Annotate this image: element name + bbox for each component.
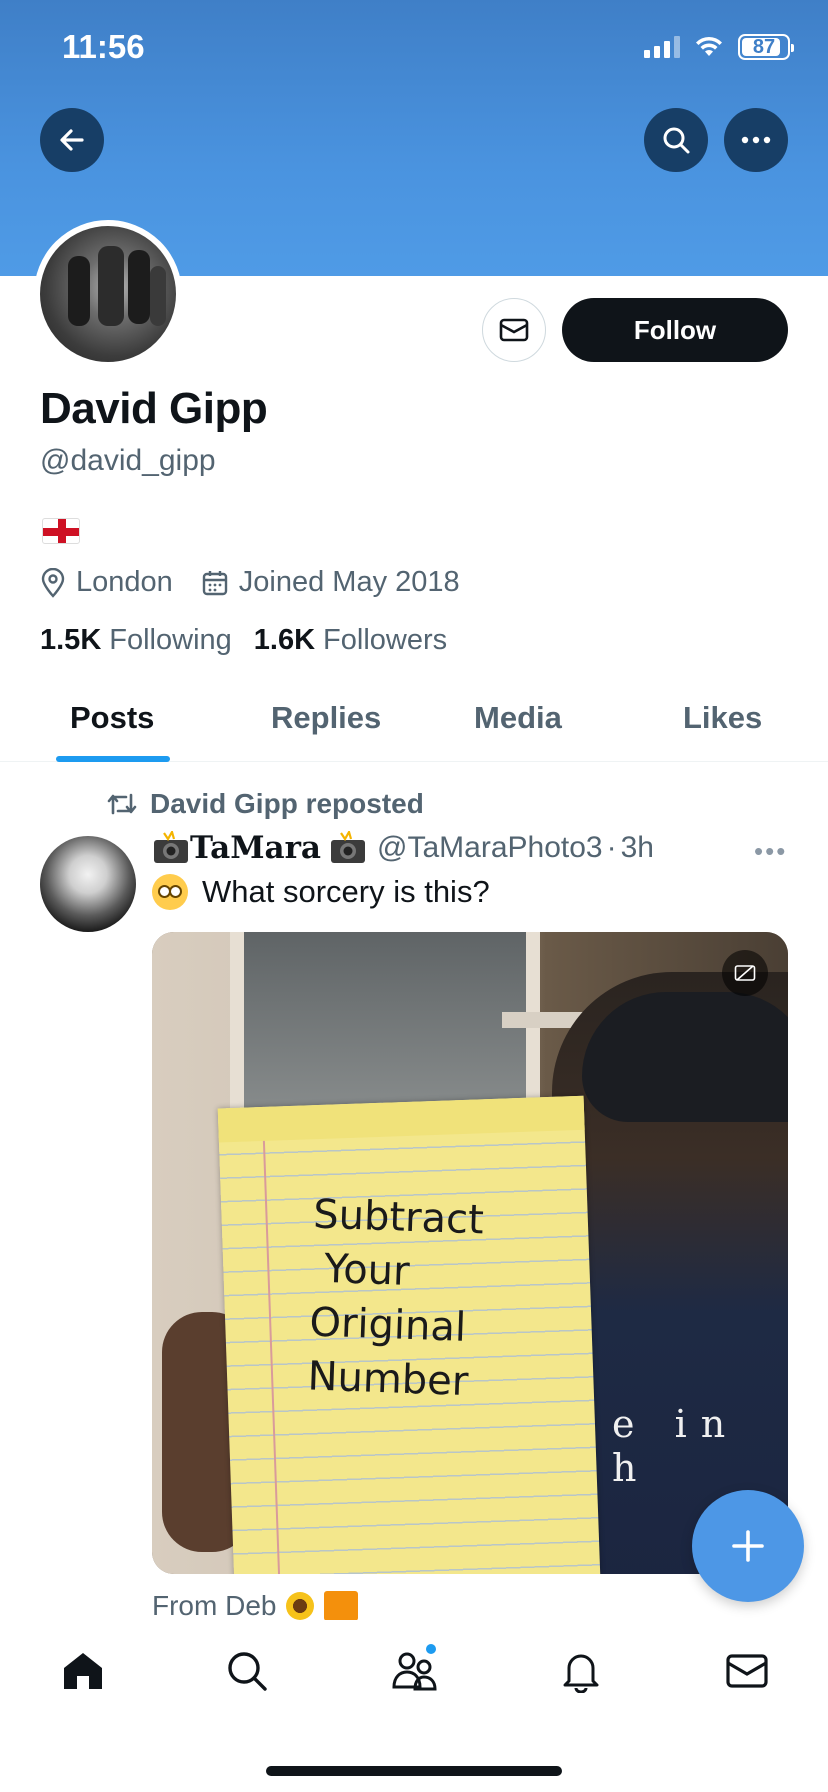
home-icon <box>64 1653 102 1689</box>
post-text: What sorcery is this? <box>152 874 490 910</box>
compose-button[interactable] <box>692 1490 804 1602</box>
location-text: London <box>76 566 173 598</box>
nav-home[interactable] <box>58 1646 108 1696</box>
post-text-content: What sorcery is this? <box>202 874 490 909</box>
message-button[interactable] <box>482 298 546 362</box>
wifi-icon <box>696 36 722 56</box>
follow-counts: 1.5K Following 1.6K Followers <box>40 624 469 657</box>
tab-replies[interactable]: Replies <box>271 700 381 736</box>
orange-square-icon <box>324 1591 359 1621</box>
followers-label: Followers <box>323 624 448 656</box>
nav-messages[interactable] <box>722 1646 772 1696</box>
post-media[interactable]: Subtract Your Original Number e in h <box>152 932 788 1574</box>
active-tab-indicator <box>56 756 170 762</box>
repost-indicator: David Gipp reposted <box>106 788 424 820</box>
battery-icon: 87 <box>738 34 794 60</box>
captions-off-button[interactable] <box>722 950 768 996</box>
envelope-icon <box>499 318 529 342</box>
profile-tabs: Posts Replies Media Likes <box>0 682 828 762</box>
notepad: Subtract Your Original Number <box>217 1095 601 1574</box>
post-footer-text: From Deb <box>152 1590 277 1621</box>
communities-icon <box>392 1652 437 1691</box>
plus-icon <box>732 1530 764 1562</box>
search-icon <box>663 127 690 154</box>
status-indicators: 87 <box>644 34 794 60</box>
profile-avatar[interactable] <box>34 220 182 368</box>
location: London <box>40 566 173 599</box>
tab-media[interactable]: Media <box>474 700 562 736</box>
post-author-handle[interactable]: @TaMaraPhoto3 <box>377 831 603 865</box>
followers-count-link[interactable]: 1.6K Followers <box>254 624 447 657</box>
camera-flash-icon <box>331 831 366 863</box>
followers-count: 1.6K <box>253 624 316 656</box>
following-count: 1.5K <box>40 624 102 656</box>
nav-search[interactable] <box>222 1646 272 1696</box>
notepad-text: Subtract Your Original Number <box>306 1191 485 1406</box>
tab-posts[interactable]: Posts <box>70 700 154 736</box>
communities-notification-dot <box>426 1644 436 1654</box>
repost-label: David Gipp reposted <box>150 788 424 819</box>
post-more-button[interactable]: ••• <box>754 836 787 867</box>
bottom-navigation <box>0 1620 828 1792</box>
follow-button[interactable]: Follow <box>562 298 788 362</box>
more-horizontal-icon <box>741 136 771 144</box>
post-footer: From Deb <box>152 1590 359 1622</box>
profile-name: David Gipp <box>40 384 268 433</box>
location-pin-icon <box>41 567 65 598</box>
envelope-icon <box>726 1654 768 1688</box>
arrow-left-icon <box>60 129 84 151</box>
england-flag-icon <box>42 518 80 544</box>
more-options-button[interactable] <box>724 108 788 172</box>
status-time: 11:56 <box>62 28 145 65</box>
cellular-signal-icon <box>644 36 680 58</box>
following-count-link[interactable]: 1.5K Following <box>40 624 232 657</box>
home-indicator <box>266 1766 562 1776</box>
shirt-text: e in h <box>612 1402 740 1490</box>
post-author-name[interactable]: TaMara <box>190 830 321 866</box>
repost-icon <box>107 793 137 815</box>
camera-flash-icon <box>154 831 188 863</box>
bell-icon <box>563 1654 599 1693</box>
post-header: TaMara @TaMaraPhoto3 · 3h <box>152 830 654 866</box>
join-date: Joined May 2018 <box>201 566 460 599</box>
sunflower-icon <box>286 1592 315 1620</box>
search-icon <box>228 1652 267 1691</box>
flushed-face-icon <box>152 874 188 910</box>
post-separator: · <box>606 831 617 864</box>
following-label: Following <box>109 624 232 656</box>
captions-off-icon <box>734 965 756 981</box>
post-author-avatar[interactable] <box>40 836 136 932</box>
calendar-icon <box>202 570 227 595</box>
profile-meta: London Joined May 2018 <box>40 566 488 599</box>
join-date-text: Joined May 2018 <box>238 566 460 598</box>
nav-notifications[interactable] <box>556 1646 606 1696</box>
battery-level: 87 <box>752 35 776 58</box>
search-button[interactable] <box>644 108 708 172</box>
back-button[interactable] <box>40 108 104 172</box>
tab-likes[interactable]: Likes <box>683 700 762 736</box>
post-time: 3h <box>620 831 654 864</box>
profile-handle: @david_gipp <box>40 444 216 477</box>
